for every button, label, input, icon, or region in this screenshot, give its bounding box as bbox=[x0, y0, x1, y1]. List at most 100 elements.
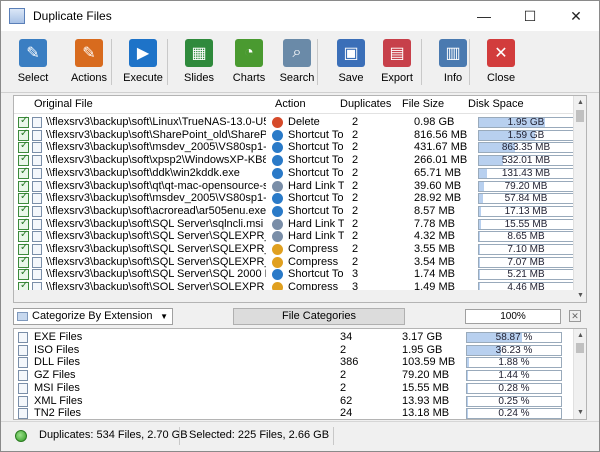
toolbar-actions-button[interactable]: ✎ Actions bbox=[67, 35, 111, 89]
toolbar-execute-button[interactable]: ▶ Execute bbox=[121, 35, 165, 89]
table-row[interactable]: \\flexsrv3\backup\soft\msdev_2005\VS80sp… bbox=[14, 140, 574, 154]
table-vertical-scrollbar[interactable]: ▲ ▼ bbox=[573, 96, 586, 302]
col-original-file[interactable]: Original File bbox=[34, 98, 93, 110]
toolbar-label: Execute bbox=[123, 72, 163, 84]
category-size: 1.95 GB bbox=[402, 343, 443, 356]
category-size: 13.18 MB bbox=[402, 407, 450, 420]
original-file: \\flexsrv3\backup\soft\acroread\ar505enu… bbox=[46, 204, 266, 217]
row-checkbox[interactable] bbox=[18, 140, 29, 154]
file-size: 65.71 MB bbox=[414, 166, 462, 179]
disk-space-value: 5.21 MB bbox=[507, 269, 545, 281]
row-checkbox[interactable] bbox=[18, 191, 29, 205]
action[interactable]: Hard Link T... bbox=[288, 180, 344, 193]
row-checkbox[interactable] bbox=[18, 217, 29, 230]
file-icon bbox=[32, 155, 42, 167]
row-checkbox[interactable] bbox=[18, 128, 29, 141]
close-window-button[interactable]: ✕ bbox=[553, 1, 599, 31]
row-checkbox[interactable] bbox=[18, 267, 29, 281]
col-file-size[interactable]: File Size bbox=[402, 98, 444, 110]
categorize-select[interactable]: Categorize By Extension ▼ bbox=[13, 308, 173, 325]
category-size: 79.20 MB bbox=[402, 369, 450, 382]
table-row[interactable]: \\flexsrv3\backup\soft\acroread\ar505enu… bbox=[14, 204, 574, 218]
row-checkbox[interactable] bbox=[18, 255, 29, 268]
toolbar-save-button[interactable]: ▣ Save bbox=[329, 35, 373, 89]
status-divider bbox=[333, 427, 334, 445]
row-checkbox[interactable] bbox=[18, 229, 29, 243]
action[interactable]: Shortcut To:... bbox=[288, 129, 344, 142]
duplicates-table: Original File Action Duplicates File Siz… bbox=[13, 95, 587, 303]
row-checkbox[interactable] bbox=[18, 115, 29, 128]
charts-icon: ◔ bbox=[235, 39, 263, 67]
action[interactable]: Shortcut To:... bbox=[288, 141, 344, 154]
category-row[interactable]: MSI Files 2 15.55 MB 0.28 % bbox=[14, 382, 574, 395]
table-row[interactable]: \\flexsrv3\backup\soft\msdev_2005\VS80sp… bbox=[14, 191, 574, 205]
scroll-up-icon[interactable]: ▲ bbox=[574, 329, 586, 342]
category-row[interactable]: GZ Files 2 79.20 MB 1.44 % bbox=[14, 369, 574, 382]
scroll-thumb[interactable] bbox=[576, 343, 584, 353]
scroll-up-icon[interactable]: ▲ bbox=[574, 96, 586, 109]
file-categories-button[interactable]: File Categories bbox=[233, 308, 405, 325]
toolbar-label: Slides bbox=[184, 72, 214, 84]
toolbar-label: Info bbox=[443, 72, 463, 84]
table-row[interactable]: \\flexsrv3\backup\soft\SQL Server\SQL 20… bbox=[14, 267, 574, 281]
original-file: \\flexsrv3\backup\soft\SQL Server\sqlncl… bbox=[46, 217, 264, 230]
category-vertical-scrollbar[interactable]: ▲ ▼ bbox=[573, 329, 586, 419]
action[interactable]: Compress bbox=[288, 243, 344, 256]
row-checkbox[interactable] bbox=[18, 153, 29, 167]
category-row[interactable]: DLL Files 386 103.59 MB 1.88 % bbox=[14, 356, 574, 369]
col-action[interactable]: Action bbox=[275, 98, 306, 110]
scroll-down-icon[interactable]: ▼ bbox=[574, 406, 586, 419]
file-icon bbox=[32, 256, 42, 268]
table-row[interactable]: \\flexsrv3\backup\soft\qt\qt-mac-opensou… bbox=[14, 179, 574, 193]
toolbar-close-button[interactable]: ✕ Close bbox=[479, 35, 523, 89]
table-row[interactable]: \\flexsrv3\backup\soft\SharePoint_old\Sh… bbox=[14, 128, 574, 142]
category-count: 24 bbox=[340, 407, 353, 420]
toolbar-slides-button[interactable]: ▦ Slides bbox=[177, 35, 221, 89]
disk-space-bar: 131.43 MB bbox=[478, 167, 574, 179]
row-checkbox[interactable] bbox=[18, 179, 29, 192]
action[interactable]: Shortcut To:... bbox=[288, 192, 344, 205]
original-file: \\flexsrv3\backup\soft\qt\qt-mac-opensou… bbox=[46, 179, 266, 192]
col-disk-space[interactable]: Disk Space bbox=[468, 98, 524, 110]
toolbar-charts-button[interactable]: ◔ Charts bbox=[227, 35, 271, 89]
table-row[interactable]: \\flexsrv3\backup\soft\SQL Server\sqlncl… bbox=[14, 217, 574, 231]
row-checkbox[interactable] bbox=[18, 204, 29, 217]
category-row[interactable]: TN2 Files 24 13.18 MB 0.24 % bbox=[14, 407, 574, 420]
action[interactable]: Shortcut To:... bbox=[288, 268, 344, 281]
category-close-icon[interactable]: ✕ bbox=[569, 310, 581, 322]
action[interactable]: Shortcut To:... bbox=[288, 205, 344, 218]
row-checkbox[interactable] bbox=[18, 242, 29, 255]
toolbar-separator bbox=[317, 39, 318, 85]
action[interactable]: Hard Link T... bbox=[288, 230, 344, 243]
toolbar-search-button[interactable]: ⌕ Search bbox=[275, 35, 319, 89]
categorize-select-value: Categorize By Extension bbox=[32, 310, 153, 322]
table-row[interactable]: \\flexsrv3\backup\soft\SQL Server\SQLEXP… bbox=[14, 229, 574, 243]
table-row[interactable]: \\flexsrv3\backup\soft\ddk\win2kddk.exe S… bbox=[14, 166, 574, 180]
row-checkbox[interactable] bbox=[18, 166, 29, 179]
action[interactable]: Delete bbox=[288, 116, 344, 129]
table-horizontal-scrollbar[interactable] bbox=[14, 290, 574, 302]
category-row[interactable]: ISO Files 2 1.95 GB 36.23 % bbox=[14, 344, 574, 357]
action[interactable]: Shortcut To:... bbox=[288, 154, 344, 167]
category-row[interactable]: XML Files 62 13.93 MB 0.25 % bbox=[14, 395, 574, 408]
category-name: DLL Files bbox=[34, 356, 81, 369]
table-row[interactable]: \\flexsrv3\backup\soft\SQL Server\SQLEXP… bbox=[14, 255, 574, 269]
minimize-button[interactable]: — bbox=[461, 1, 507, 31]
toolbar-export-button[interactable]: ▤ Export bbox=[375, 35, 419, 89]
table-row[interactable]: \\flexsrv3\backup\soft\SQL Server\SQLEXP… bbox=[14, 242, 574, 256]
action[interactable]: Shortcut To:... bbox=[288, 167, 344, 180]
maximize-button[interactable]: ☐ bbox=[507, 1, 553, 31]
scroll-thumb[interactable] bbox=[576, 110, 584, 122]
category-row[interactable]: EXE Files 34 3.17 GB 58.87 % bbox=[14, 331, 574, 344]
category-name: TN2 Files bbox=[34, 407, 82, 420]
title-bar: Duplicate Files — ☐ ✕ bbox=[1, 1, 599, 31]
table-row[interactable]: \\flexsrv3\backup\soft\Linux\TrueNAS-13.… bbox=[14, 115, 574, 129]
table-row[interactable]: \\flexsrv3\backup\soft\xpsp2\WindowsXP-K… bbox=[14, 153, 574, 167]
toolbar-select-button[interactable]: ✎ Select bbox=[11, 35, 55, 89]
toolbar-label: Charts bbox=[232, 72, 266, 84]
scroll-down-icon[interactable]: ▼ bbox=[574, 289, 586, 302]
action[interactable]: Hard Link T... bbox=[288, 218, 344, 231]
action[interactable]: Compress bbox=[288, 256, 344, 269]
col-duplicates[interactable]: Duplicates bbox=[340, 98, 391, 110]
duplicates-count: 2 bbox=[352, 217, 359, 230]
